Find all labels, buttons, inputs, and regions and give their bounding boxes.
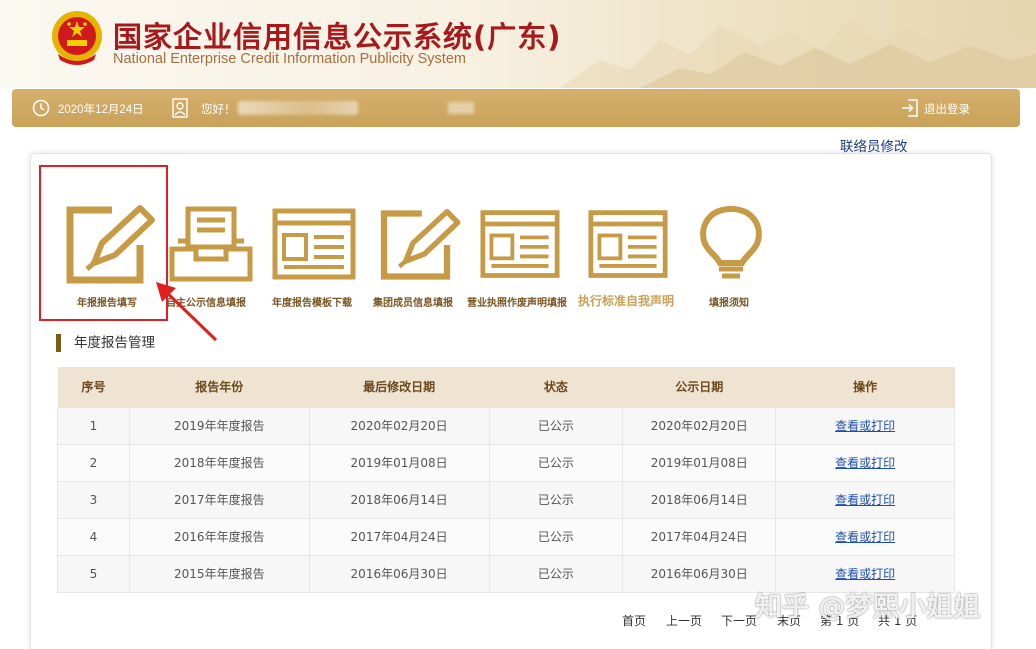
cell-modified: 2020年02月20日	[308, 406, 490, 445]
form-document-icon	[588, 210, 668, 278]
table-row: 3 2017年年度报告 2018年06月14日 已公示 2018年06月14日 …	[57, 480, 955, 519]
cell-modified: 2019年01月08日	[308, 443, 490, 482]
cell-status: 已公示	[488, 554, 624, 593]
col-header-year: 报告年份	[129, 367, 310, 407]
top-toolbar: 2020年12月24日 您好！ 退出登录	[12, 89, 1020, 127]
col-header-status: 状态	[489, 367, 623, 407]
pager-next[interactable]: 下一页	[721, 612, 757, 629]
table-row: 1 2019年年度报告 2020年02月20日 已公示 2020年02月20日 …	[57, 406, 955, 445]
user-badge-icon	[172, 98, 188, 118]
site-title: 国家企业信用信息公示系统(广东)	[113, 20, 562, 54]
zhihu-watermark: 知乎 @梦熙小姐姐	[755, 592, 981, 623]
table-row: 2 2018年年度报告 2019年01月08日 已公示 2019年01月08日 …	[57, 443, 955, 482]
cell-year: 2015年年度报告	[128, 554, 310, 593]
cell-index: 2	[57, 443, 130, 482]
cell-status: 已公示	[488, 480, 624, 519]
site-header: 国家企业信用信息公示系统(广东) National Enterprise Cre…	[0, 0, 1036, 88]
view-print-link[interactable]: 查看或打印	[835, 419, 895, 433]
view-print-link[interactable]: 查看或打印	[835, 456, 895, 470]
cell-index: 3	[57, 480, 130, 519]
cell-action: 查看或打印	[775, 480, 955, 519]
icon-label-group-member[interactable]: 集团成员信息填报	[373, 294, 453, 309]
cell-index: 5	[57, 554, 130, 593]
cell-publish-date: 2018年06月14日	[622, 480, 777, 519]
cell-publish-date: 2016年06月30日	[622, 554, 777, 593]
inbox-tray-icon	[169, 206, 253, 282]
cell-modified: 2016年06月30日	[308, 554, 490, 593]
highlight-box	[39, 165, 168, 321]
section-title: 年度报告管理	[56, 334, 155, 352]
cell-status: 已公示	[488, 443, 624, 482]
clock-icon	[32, 99, 50, 117]
redacted-text	[448, 102, 474, 114]
col-header-modified: 最后修改日期	[309, 367, 489, 407]
form-document-icon	[480, 210, 560, 278]
icon-label-license-void[interactable]: 营业执照作废声明填报	[467, 294, 567, 309]
greeting-text: 您好！	[201, 102, 236, 116]
site-subtitle: National Enterprise Credit Information P…	[113, 51, 466, 67]
pager-prev[interactable]: 上一页	[666, 612, 702, 629]
cell-modified: 2017年04月24日	[308, 517, 490, 556]
cell-publish-date: 2017年04月24日	[622, 517, 777, 556]
cell-year: 2016年年度报告	[128, 517, 310, 556]
annotation-arrow-icon	[156, 282, 218, 342]
cell-action: 查看或打印	[775, 517, 955, 556]
redacted-username	[238, 101, 358, 115]
template-document-icon	[272, 208, 356, 280]
icon-label-standard-declaration[interactable]: 执行标准自我声明	[578, 292, 674, 309]
table-header-row: 序号 报告年份 最后修改日期 状态 公示日期 操作	[57, 367, 955, 407]
edit-pencil-icon	[380, 209, 461, 280]
cell-status: 已公示	[488, 406, 624, 445]
view-print-link[interactable]: 查看或打印	[835, 493, 895, 507]
logout-link[interactable]: 退出登录	[924, 101, 970, 117]
cell-year: 2017年年度报告	[128, 480, 310, 519]
cell-index: 4	[57, 517, 130, 556]
col-header-index: 序号	[57, 367, 130, 407]
view-print-link[interactable]: 查看或打印	[835, 567, 895, 581]
col-header-publish-date: 公示日期	[622, 367, 776, 407]
table-row: 4 2016年年度报告 2017年04月24日 已公示 2017年04月24日 …	[57, 517, 955, 556]
pager-first[interactable]: 首页	[622, 612, 646, 629]
cell-publish-date: 2020年02月20日	[622, 406, 777, 445]
annual-report-table: 序号 报告年份 最后修改日期 状态 公示日期 操作 1 2019年年度报告 20…	[57, 367, 955, 593]
cell-action: 查看或打印	[775, 406, 955, 445]
cell-publish-date: 2019年01月08日	[622, 443, 777, 482]
icon-label-template-download[interactable]: 年度报告模板下载	[272, 294, 352, 309]
cell-action: 查看或打印	[775, 443, 955, 482]
cell-index: 1	[57, 406, 130, 445]
national-emblem-icon	[52, 11, 102, 65]
cell-status: 已公示	[488, 517, 624, 556]
contact-edit-link[interactable]: 联络员修改	[840, 135, 908, 155]
col-header-action: 操作	[775, 367, 955, 407]
logout-icon[interactable]	[900, 98, 920, 118]
cell-modified: 2018年06月14日	[308, 480, 490, 519]
cell-year: 2019年年度报告	[128, 406, 310, 445]
current-date: 2020年12月24日	[58, 104, 144, 116]
cell-year: 2018年年度报告	[128, 443, 310, 482]
view-print-link[interactable]: 查看或打印	[835, 530, 895, 544]
lightbulb-icon	[700, 205, 762, 279]
icon-label-filling-instructions[interactable]: 填报须知	[709, 294, 749, 309]
